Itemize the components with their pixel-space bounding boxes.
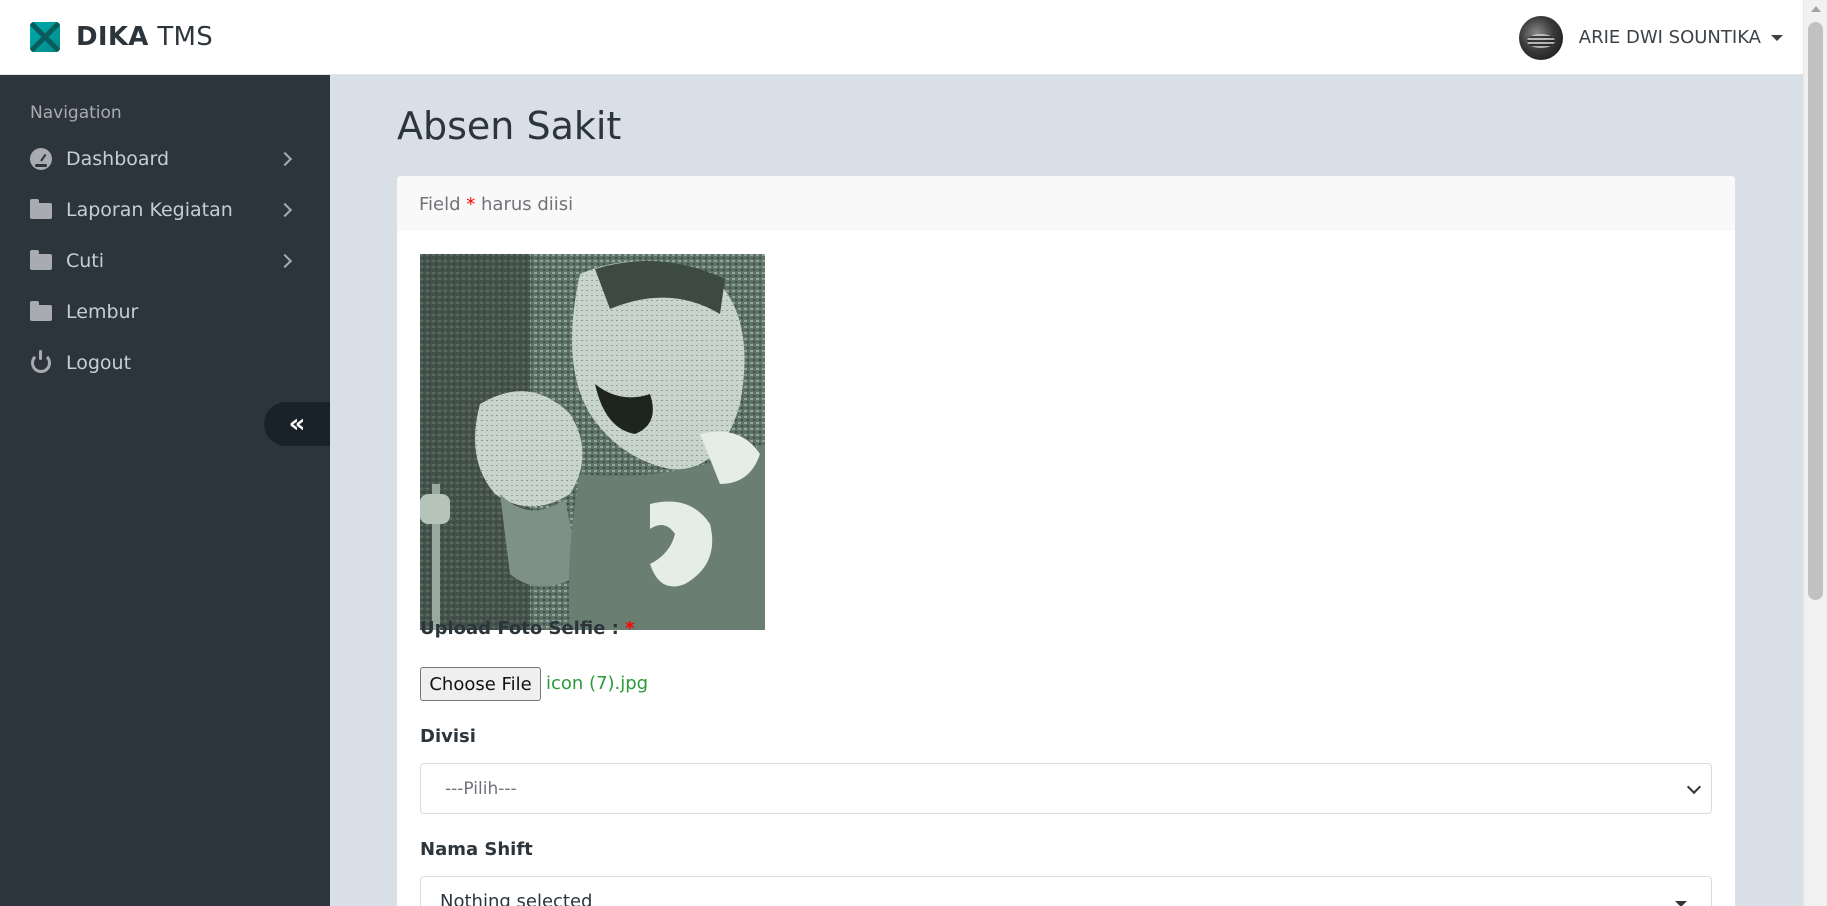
divisi-select[interactable]: ---Pilih--- (420, 763, 1712, 814)
sidebar-item-label: Dashboard (66, 147, 170, 170)
selfie-preview-image (420, 254, 765, 630)
brand-logo-icon (30, 22, 60, 52)
power-icon (30, 349, 52, 374)
brand-name-bold: DIKA (76, 22, 149, 52)
nav-header: Navigation (30, 103, 122, 123)
divisi-select-value: ---Pilih--- (445, 778, 517, 799)
panel-heading-suffix: harus diisi (481, 194, 574, 215)
caret-down-icon[interactable] (1771, 34, 1783, 41)
brand-name-light: TMS (157, 22, 214, 52)
sidebar-item-label: Laporan Kegiatan (66, 198, 233, 221)
shift-select[interactable]: Nothing selected (420, 876, 1712, 906)
shift-select-value: Nothing selected (440, 891, 593, 906)
form-panel: Field * harus diisi Upload Foto Selfie:… (397, 176, 1735, 906)
choose-file-button[interactable]: Choose File (420, 667, 541, 701)
user-menu[interactable]: ARIE DWI SOUNTIKA (1518, 0, 1783, 75)
dashboard-gauge-icon (30, 147, 52, 170)
sidebar-item-logout[interactable]: Logout (0, 337, 330, 388)
panel-heading-prefix: Field (419, 194, 461, 215)
sidebar-item-laporan-kegiatan[interactable]: Laporan Kegiatan (0, 184, 330, 235)
sidebar-item-label: Lembur (66, 300, 139, 323)
page-title: Absen Sakit (397, 104, 622, 148)
caret-down-icon (1675, 901, 1687, 906)
chevron-down-icon (1686, 779, 1702, 795)
user-name[interactable]: ARIE DWI SOUNTIKA (1579, 27, 1761, 48)
brand-name: DIKA TMS (76, 22, 213, 52)
sidebar-item-label: Cuti (66, 249, 105, 272)
folder-icon (30, 301, 52, 323)
sidebar-item-lembur[interactable]: Lembur (0, 286, 330, 337)
top-header: DIKA TMS ARIE DWI SOUNTIKA (0, 0, 1803, 75)
sidebar-item-cuti[interactable]: Cuti (0, 235, 330, 286)
double-chevron-left-icon: « (288, 409, 306, 439)
upload-photo-label-text: Upload Foto Selfie : (420, 618, 619, 639)
divisi-label: Divisi (420, 726, 476, 747)
sidebar-item-label: Logout (66, 351, 132, 374)
avatar[interactable] (1518, 15, 1563, 60)
selected-file-name: icon (7).jpg (546, 673, 649, 694)
chevron-right-icon (277, 202, 293, 217)
folder-icon (30, 250, 52, 272)
panel-heading: Field * harus diisi (397, 176, 1735, 231)
brand[interactable]: DIKA TMS (30, 22, 213, 52)
required-marker: * (625, 618, 635, 639)
sidebar: Navigation Dashboard Laporan Kegiatan Cu… (0, 75, 330, 906)
upload-photo-label: Upload Foto Selfie : * (420, 618, 635, 639)
scroll-up-arrow-icon[interactable] (1811, 6, 1821, 12)
scroll-thumb[interactable] (1808, 22, 1823, 600)
sidebar-collapse-button[interactable]: « (264, 402, 330, 446)
chevron-right-icon (277, 151, 293, 166)
sidebar-item-dashboard[interactable]: Dashboard (0, 133, 330, 184)
folder-icon (30, 199, 52, 221)
chevron-right-icon (277, 253, 293, 268)
shift-label: Nama Shift (420, 839, 533, 860)
required-marker: * (466, 194, 476, 215)
page-scrollbar[interactable] (1803, 0, 1827, 906)
